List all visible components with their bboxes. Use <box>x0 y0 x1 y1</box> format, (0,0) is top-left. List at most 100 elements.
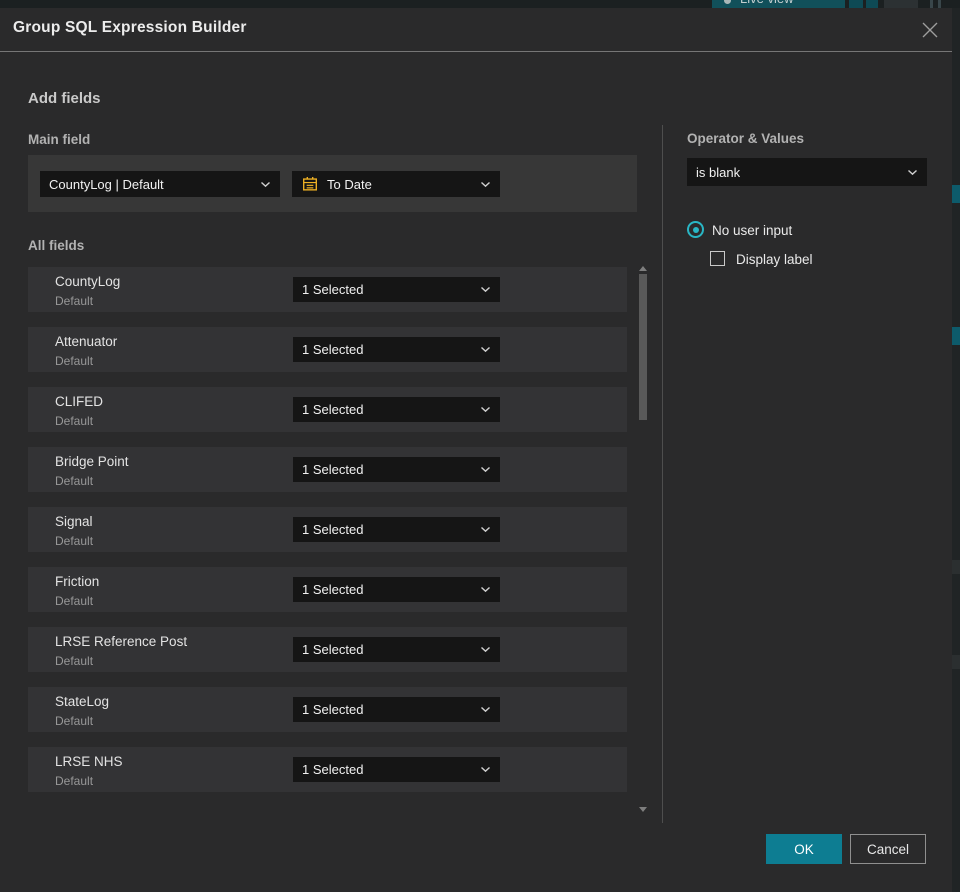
operator-values-label: Operator & Values <box>687 131 805 146</box>
field-selection-value: 1 Selected <box>302 282 364 297</box>
field-subtitle: Default <box>55 654 94 668</box>
display-label-checkbox[interactable] <box>710 251 725 266</box>
scrollbar-thumb[interactable] <box>639 274 647 420</box>
live-view-label: Live view <box>740 0 793 6</box>
field-name: Friction <box>55 574 100 589</box>
no-user-input-radio[interactable] <box>687 221 704 238</box>
field-row: CLIFED Default 1 Selected <box>28 387 627 432</box>
dialog-header: Group SQL Expression Builder <box>0 8 952 52</box>
background-app-fragment <box>938 0 941 8</box>
scroll-up-arrow-icon[interactable] <box>639 266 647 271</box>
field-selection-select[interactable]: 1 Selected <box>293 577 500 602</box>
main-field-box: CountyLog | Default To Date <box>28 155 637 212</box>
field-row: Bridge Point Default 1 Selected <box>28 447 627 492</box>
field-name: StateLog <box>55 694 110 709</box>
field-selection-select[interactable]: 1 Selected <box>293 637 500 662</box>
main-field-date-select[interactable]: To Date <box>292 171 500 197</box>
live-view-badge: Live view <box>712 0 845 8</box>
chevron-down-icon <box>480 706 491 713</box>
field-row: CountyLog Default 1 Selected <box>28 267 627 312</box>
field-row: Attenuator Default 1 Selected <box>28 327 627 372</box>
field-name: CountyLog <box>55 274 121 289</box>
field-name: Signal <box>55 514 93 529</box>
field-selection-value: 1 Selected <box>302 762 364 777</box>
main-field-label: Main field <box>28 132 91 147</box>
close-icon <box>922 22 938 38</box>
field-selection-value: 1 Selected <box>302 522 364 537</box>
field-subtitle: Default <box>55 354 94 368</box>
background-app-strip: Live view <box>0 0 960 8</box>
field-row: LRSE NHS Default 1 Selected <box>28 747 627 792</box>
operator-select-value: is blank <box>696 164 741 180</box>
field-subtitle: Default <box>55 534 94 548</box>
all-fields-label: All fields <box>28 238 85 253</box>
dialog-title: Group SQL Expression Builder <box>13 19 247 36</box>
background-app-fragment <box>930 0 933 8</box>
field-selection-select[interactable]: 1 Selected <box>293 517 500 542</box>
field-subtitle: Default <box>55 474 94 488</box>
chevron-down-icon <box>480 466 491 473</box>
all-fields-scrollbar[interactable] <box>636 258 650 814</box>
field-selection-select[interactable]: 1 Selected <box>293 697 500 722</box>
background-app-fragment <box>849 0 863 8</box>
chevron-down-icon <box>907 169 918 176</box>
field-selection-select[interactable]: 1 Selected <box>293 757 500 782</box>
field-row: StateLog Default 1 Selected <box>28 687 627 732</box>
background-app-fragment <box>952 327 960 345</box>
display-label-label: Display label <box>736 252 813 267</box>
main-field-date-value: To Date <box>327 176 372 192</box>
close-button[interactable] <box>919 19 941 41</box>
chevron-down-icon <box>480 586 491 593</box>
main-field-select-value: CountyLog | Default <box>49 176 164 192</box>
chevron-down-icon <box>480 346 491 353</box>
main-field-select[interactable]: CountyLog | Default <box>40 171 280 197</box>
field-subtitle: Default <box>55 594 94 608</box>
field-name: Attenuator <box>55 334 118 349</box>
background-app-fragment <box>866 0 878 8</box>
chevron-down-icon <box>480 526 491 533</box>
operator-select[interactable]: is blank <box>687 158 927 186</box>
field-selection-value: 1 Selected <box>302 402 364 417</box>
field-row: LRSE Reference Post Default 1 Selected <box>28 627 627 672</box>
field-selection-select[interactable]: 1 Selected <box>293 337 500 362</box>
no-user-input-label: No user input <box>712 223 793 238</box>
field-selection-value: 1 Selected <box>302 582 364 597</box>
background-app-sliver <box>952 8 960 892</box>
background-app-fragment <box>952 655 960 669</box>
field-row: Friction Default 1 Selected <box>28 567 627 612</box>
field-subtitle: Default <box>55 774 94 788</box>
live-dot-icon <box>724 0 731 4</box>
background-app-fragment <box>884 0 918 8</box>
chevron-down-icon <box>260 181 271 188</box>
field-subtitle: Default <box>55 414 94 428</box>
field-subtitle: Default <box>55 714 94 728</box>
cancel-button[interactable]: Cancel <box>850 834 926 864</box>
add-fields-heading: Add fields <box>28 90 101 107</box>
panel-divider <box>662 125 663 823</box>
field-name: LRSE NHS <box>55 754 123 769</box>
field-selection-select[interactable]: 1 Selected <box>293 457 500 482</box>
chevron-down-icon <box>480 406 491 413</box>
field-selection-value: 1 Selected <box>302 702 364 717</box>
field-row: Signal Default 1 Selected <box>28 507 627 552</box>
background-app-fragment <box>952 560 960 574</box>
calendar-date-icon <box>301 175 319 193</box>
field-name: Bridge Point <box>55 454 129 469</box>
chevron-down-icon <box>480 181 491 188</box>
chevron-down-icon <box>480 646 491 653</box>
field-selection-select[interactable]: 1 Selected <box>293 397 500 422</box>
group-sql-expression-builder-dialog: Group SQL Expression Builder Add fields … <box>0 8 952 892</box>
chevron-down-icon <box>480 766 491 773</box>
ok-button[interactable]: OK <box>766 834 842 864</box>
field-selection-select[interactable]: 1 Selected <box>293 277 500 302</box>
chevron-down-icon <box>480 286 491 293</box>
field-selection-value: 1 Selected <box>302 642 364 657</box>
field-subtitle: Default <box>55 294 94 308</box>
scroll-down-arrow-icon[interactable] <box>639 807 647 812</box>
field-name: CLIFED <box>55 394 104 409</box>
all-fields-list: CountyLog Default 1 Selected Attenuator … <box>28 267 627 807</box>
field-name: LRSE Reference Post <box>55 634 188 649</box>
field-selection-value: 1 Selected <box>302 342 364 357</box>
field-selection-value: 1 Selected <box>302 462 364 477</box>
radio-selected-dot <box>692 226 699 233</box>
